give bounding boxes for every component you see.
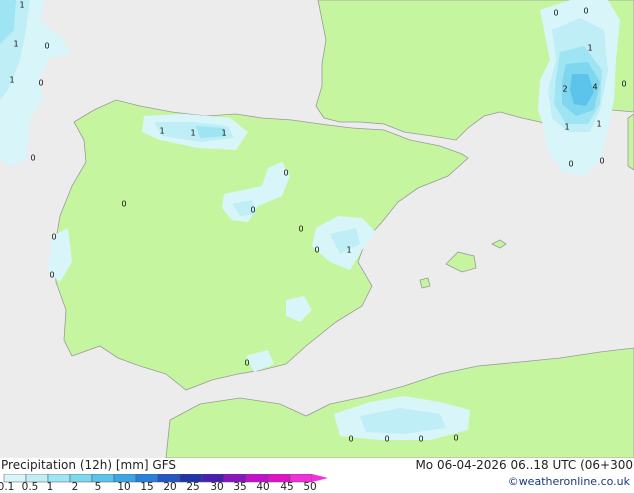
legend-tick-label: 1 bbox=[46, 481, 54, 493]
precip-value-label: 1 bbox=[190, 129, 195, 138]
precip-value-label: 0 bbox=[384, 435, 389, 444]
legend-tick-label: 5 bbox=[94, 481, 102, 493]
precip-value-label: 1 bbox=[9, 76, 14, 85]
precip-value-label: 0 bbox=[418, 435, 423, 444]
precip-value-label: 0 bbox=[38, 79, 43, 88]
legend-tick-label: 2 bbox=[71, 481, 79, 493]
precip-value-label: 1 bbox=[587, 44, 592, 53]
precip-value-label: 2 bbox=[562, 85, 567, 94]
precip-value-label: 0 bbox=[250, 206, 255, 215]
precip-value-label: 1 bbox=[221, 129, 226, 138]
precip-value-label: 0 bbox=[30, 154, 35, 163]
legend-tick-label: 40 bbox=[256, 481, 270, 493]
precip-value-label: 0 bbox=[244, 359, 249, 368]
precip-value-label: 0 bbox=[348, 435, 353, 444]
legend-tick-label: 0.1 bbox=[0, 481, 15, 493]
precip-value-label: 0 bbox=[44, 42, 49, 51]
legend-tick-label: 10 bbox=[117, 481, 131, 493]
precip-value-label: 0 bbox=[121, 200, 126, 209]
credit-link[interactable]: ©weatheronline.co.uk bbox=[508, 475, 630, 488]
precip-value-label: 0 bbox=[568, 160, 573, 169]
map-title: Precipitation (12h) [mm] GFS bbox=[1, 458, 177, 472]
legend-tick-label: 25 bbox=[186, 481, 200, 493]
precip-value-label: 0 bbox=[621, 80, 626, 89]
precip-value-label: 0 bbox=[51, 233, 56, 242]
land-ibiza bbox=[419, 277, 431, 289]
precip-value-label: 1 bbox=[19, 1, 24, 10]
precip-value-label: 1 bbox=[159, 127, 164, 136]
legend-tick-label: 50 bbox=[303, 481, 317, 493]
precip-value-label: 0 bbox=[283, 169, 288, 178]
legend-tick-label: 45 bbox=[280, 481, 294, 493]
precip-value-label: 0 bbox=[314, 246, 319, 255]
legend-tick-label: 15 bbox=[140, 481, 154, 493]
legend-tick-label: 35 bbox=[233, 481, 247, 493]
precip-value-label: 0 bbox=[599, 157, 604, 166]
legend-ticks: 0.1 0.5 1 2 5 10 15 20 25 30 35 40 45 50 bbox=[0, 481, 330, 493]
precip-value-label: 0 bbox=[583, 7, 588, 16]
map-canvas: 1 1 0 1 0 0 0 1 1 1 0 0 0 0 0 0 0 1 0 0 0 0 0 0 1 2 4 0 1 1 0 0 bbox=[0, 0, 634, 458]
footer: Precipitation (12h) [mm] GFS Mo 06-04-20… bbox=[0, 458, 634, 493]
precip-value-label: 1 bbox=[564, 123, 569, 132]
precip-value-label: 0 bbox=[49, 271, 54, 280]
valid-time: Mo 06-04-2026 06..18 UTC (06+300 bbox=[415, 458, 633, 472]
precip-value-label: 0 bbox=[553, 9, 558, 18]
precip-value-label: 0 bbox=[298, 225, 303, 234]
precipitation-map: 1 1 0 1 0 0 0 1 1 1 0 0 0 0 0 0 0 1 0 0 0 0 0 0 1 2 4 0 1 1 0 0 bbox=[0, 0, 634, 458]
legend-tick-label: 30 bbox=[210, 481, 224, 493]
land-corsica bbox=[627, 113, 634, 171]
legend-tick-label: 0.5 bbox=[21, 481, 39, 493]
precip-value-label: 0 bbox=[453, 434, 458, 443]
legend-tick-label: 20 bbox=[163, 481, 177, 493]
precip-value-label: 1 bbox=[596, 120, 601, 129]
precip-value-label: 1 bbox=[13, 40, 18, 49]
precip-value-label: 4 bbox=[592, 83, 597, 92]
precip-value-label: 1 bbox=[346, 246, 351, 255]
